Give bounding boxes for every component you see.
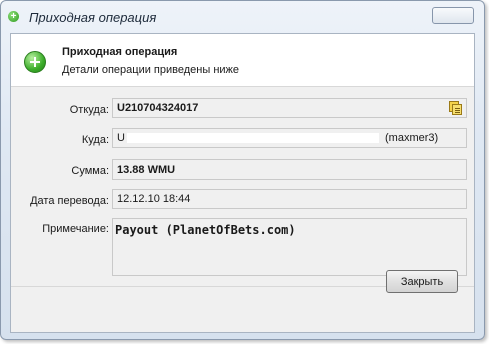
to-prefix: U xyxy=(117,132,125,144)
to-suffix: (maxmer3) xyxy=(385,132,439,144)
title-bar[interactable]: + Приходная операция xyxy=(1,1,484,31)
note-field: Payout (PlanetOfBets.com) xyxy=(112,218,467,276)
date-value: 12.12.10 18:44 xyxy=(117,193,191,205)
amount-label: Сумма: xyxy=(71,165,109,177)
close-button[interactable]: Закрыть xyxy=(386,270,458,293)
plus-circle-icon: + xyxy=(8,11,19,22)
to-label: Куда: xyxy=(81,134,109,146)
note-label: Примечание: xyxy=(42,223,109,235)
to-field: U (maxmer3) xyxy=(112,128,467,148)
redaction-bar xyxy=(127,133,379,143)
date-field: 12.12.10 18:44 xyxy=(112,189,467,209)
dialog-window: + Приходная операция Приходная операция … xyxy=(0,0,485,340)
amount-value: 13.88 WMU xyxy=(117,164,176,176)
window-title: Приходная операция xyxy=(29,10,157,25)
amount-field: 13.88 WMU xyxy=(112,159,467,180)
plus-circle-icon xyxy=(24,51,46,73)
from-field: U210704324017 xyxy=(112,98,467,118)
date-label: Дата перевода: xyxy=(30,195,109,207)
note-value: Payout (PlanetOfBets.com) xyxy=(115,223,296,237)
header-title: Приходная операция xyxy=(62,46,178,58)
from-label: Откуда: xyxy=(69,104,109,116)
header-subtitle: Детали операции приведены ниже xyxy=(62,64,240,76)
window-close-button[interactable] xyxy=(432,7,474,24)
copy-icon[interactable] xyxy=(449,101,462,115)
from-value: U210704324017 xyxy=(117,102,199,114)
dialog-header: Приходная операция Детали операции приве… xyxy=(11,34,474,87)
